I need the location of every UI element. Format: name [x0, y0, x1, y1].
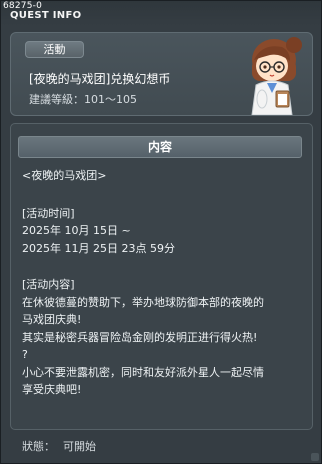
window-title: QUEST INFO: [10, 10, 82, 21]
quest-status: 狀態： 可開始: [22, 438, 96, 454]
npc-girl-portrait-icon: [251, 37, 302, 115]
content-line: [活动内容]: [22, 278, 75, 291]
quest-info-window: 68275-0 QUEST INFO 活動 [夜晚的马戏团]兑换幻想币 建議等級…: [0, 0, 322, 464]
quest-name: [夜晚的马戏团]兑换幻想币: [29, 72, 171, 86]
quest-type-badge: 活動: [25, 41, 84, 58]
content-line: 2025年 10月 15日 ~: [22, 224, 131, 237]
content-line: 小心不要泄露机密，同时和友好派外星人一起尽情: [22, 366, 264, 379]
resize-grip[interactable]: [311, 453, 319, 461]
quest-header-panel: 活動 [夜晚的马戏团]兑换幻想币 建議等級：101～105: [10, 32, 313, 116]
content-line: 在休彼德蔓的赞助下，举办地球防御本部的夜晚的: [22, 296, 264, 309]
content-line: 马戏团庆典!: [22, 313, 82, 326]
content-section-header: 内容: [18, 136, 302, 158]
content-line: 其实是秘密兵器冒险岛金刚的发明正进行得火热!: [22, 331, 258, 344]
content-line: 享受庆典吧!: [22, 383, 82, 396]
content-line: <夜晚的马戏团>: [22, 169, 107, 182]
status-label: 狀態：: [22, 440, 55, 453]
content-line: 2025年 11月 25日 23点 59分: [22, 242, 175, 255]
status-value: 可開始: [63, 440, 96, 453]
content-line: [活动时间]: [22, 207, 75, 220]
content-line: ?: [22, 348, 28, 361]
quest-recommended-level: 建議等級：101～105: [29, 93, 137, 106]
